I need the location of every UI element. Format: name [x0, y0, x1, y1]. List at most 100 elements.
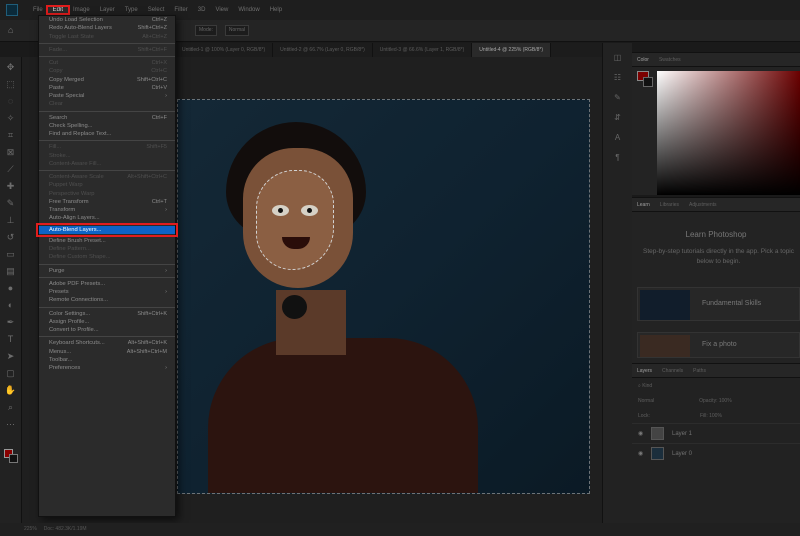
frame-tool-icon[interactable]: ⊠ [4, 145, 18, 159]
blend-mode-select[interactable]: Normal [638, 398, 654, 404]
tab-libraries[interactable]: Libraries [655, 202, 684, 208]
tab-paths[interactable]: Paths [688, 368, 711, 374]
pen-tool-icon[interactable]: ✒ [4, 315, 18, 329]
menu-image[interactable]: Image [68, 7, 95, 13]
menu-item-free-transform[interactable]: Free Transform Ctrl+T [39, 198, 175, 206]
menu-item-color-settings[interactable]: Color Settings... Shift+Ctrl+K [39, 310, 175, 318]
panel-background-swatch[interactable] [643, 77, 653, 87]
zoom-level[interactable]: 225% [24, 526, 37, 532]
tab-swatches[interactable]: Swatches [654, 57, 686, 63]
blur-tool-icon[interactable]: ● [4, 281, 18, 295]
gradient-tool-icon[interactable]: ▤ [4, 264, 18, 278]
menu-select[interactable]: Select [143, 7, 170, 13]
layer-row-1[interactable]: ◉ Layer 1 [632, 423, 800, 443]
background-color-swatch[interactable] [9, 454, 18, 463]
eraser-tool-icon[interactable]: ▭ [4, 247, 18, 261]
home-icon[interactable]: ⌂ [8, 25, 20, 36]
tab-document-2[interactable]: Untitled-2 @ 66.7% (Layer 0, RGB/8*) [273, 43, 373, 57]
fill-value[interactable]: 100% [709, 413, 722, 419]
menu-item-toolbar[interactable]: Toolbar... [39, 356, 175, 364]
menu-edit[interactable]: Edit [45, 5, 71, 15]
eyedropper-tool-icon[interactable]: ⟋ [4, 162, 18, 176]
menu-item-transform[interactable]: Transform › [39, 206, 175, 214]
marquee-tool-icon[interactable]: ⬚ [4, 77, 18, 91]
menu-item-shortcut: Alt+Shift+Ctrl+C [127, 174, 167, 180]
paragraph-icon[interactable]: ¶ [612, 152, 623, 163]
tab-layers[interactable]: Layers [632, 368, 657, 374]
lasso-tool-icon[interactable]: ◌ [4, 94, 18, 108]
menu-help[interactable]: Help [265, 7, 287, 13]
menu-layer[interactable]: Layer [95, 7, 120, 13]
menu-filter[interactable]: Filter [169, 7, 192, 13]
hand-tool-icon[interactable]: ✋ [4, 383, 18, 397]
menu-view[interactable]: View [210, 7, 233, 13]
menu-3d[interactable]: 3D [193, 7, 211, 13]
menu-item-label: Convert to Profile... [49, 327, 99, 333]
mode-select[interactable]: Normal [224, 25, 250, 36]
learn-card-fix-a-photo[interactable]: Fix a photo [637, 332, 800, 358]
menu-item-presets[interactable]: Presets › [39, 288, 175, 296]
layers-panel-tabs: Layers Channels Paths [632, 364, 800, 378]
menu-item-purge[interactable]: Purge › [39, 267, 175, 275]
magic-wand-tool-icon[interactable]: ✧ [4, 111, 18, 125]
menu-item-find-and-replace-text[interactable]: Find and Replace Text... [39, 130, 175, 138]
menu-item-search[interactable]: Search Ctrl+F [39, 114, 175, 122]
photoshop-logo-icon [6, 4, 18, 16]
dodge-tool-icon[interactable]: ◐ [4, 298, 18, 312]
shape-tool-icon[interactable]: ▢ [4, 366, 18, 380]
menu-item-check-spelling[interactable]: Check Spelling... [39, 122, 175, 130]
visibility-eye-icon[interactable]: ◉ [638, 430, 647, 437]
history-icon[interactable]: ◫ [612, 52, 623, 63]
color-picker-field[interactable] [657, 71, 800, 195]
stamp-tool-icon[interactable]: ⊥ [4, 213, 18, 227]
document-canvas[interactable] [177, 99, 590, 494]
learn-title: Learn Photoshop [685, 230, 747, 239]
menu-item-label: Fill... [49, 144, 62, 151]
menu-item-redo-auto-blend-layers[interactable]: Redo Auto-Blend Layers Shift+Ctrl+Z [39, 24, 175, 32]
menu-item-assign-profile[interactable]: Assign Profile... [39, 318, 175, 326]
menu-item-paste[interactable]: Paste Ctrl+V [39, 84, 175, 92]
menu-item-toggle-last-state: Toggle Last State Alt+Ctrl+Z [39, 33, 175, 41]
move-tool-icon[interactable]: ✥ [4, 60, 18, 74]
menu-item-undo-load-selection[interactable]: Undo Load Selection Ctrl+Z [39, 16, 175, 24]
learn-card-fundamental-skills[interactable]: Fundamental Skills [637, 287, 800, 321]
menu-item-menus[interactable]: Menus... Alt+Shift+Ctrl+M [39, 348, 175, 356]
layer-row-0[interactable]: ◉ Layer 0 [632, 443, 800, 463]
tab-document-3[interactable]: Untitled-3 @ 66.6% (Layer 1, RGB/8*) [373, 43, 473, 57]
character-icon[interactable]: A [612, 132, 623, 143]
more-tools-icon[interactable]: ⋯ [4, 417, 18, 431]
tab-document-1[interactable]: Untitled-1 @ 100% (Layer 0, RGB/8*) [175, 43, 274, 57]
opacity-value[interactable]: 100% [719, 398, 732, 404]
path-selection-tool-icon[interactable]: ➤ [4, 349, 18, 363]
adjust-icon[interactable]: ⇵ [612, 112, 623, 123]
menu-type[interactable]: Type [120, 7, 143, 13]
brush-tool-icon[interactable]: ✎ [4, 196, 18, 210]
menu-item-paste-special[interactable]: Paste Special › [39, 92, 175, 100]
menu-item-define-brush-preset[interactable]: Define Brush Preset... [39, 237, 175, 245]
menu-item-preferences[interactable]: Preferences › [39, 364, 175, 372]
brush-settings-icon[interactable]: ✎ [612, 92, 623, 103]
menu-item-adobe-pdf-presets[interactable]: Adobe PDF Presets... [39, 280, 175, 288]
menu-item-convert-to-profile[interactable]: Convert to Profile... [39, 326, 175, 334]
properties-icon[interactable]: ☷ [612, 72, 623, 83]
menu-item-keyboard-shortcuts[interactable]: Keyboard Shortcuts... Alt+Shift+Ctrl+K [39, 339, 175, 347]
menu-item-auto-align-layers[interactable]: Auto-Align Layers... [39, 214, 175, 222]
visibility-eye-icon[interactable]: ◉ [638, 450, 647, 457]
crop-tool-icon[interactable]: ⌗ [4, 128, 18, 142]
zoom-tool-icon[interactable]: ⌕ [4, 400, 18, 414]
tab-channels[interactable]: Channels [657, 368, 688, 374]
tab-adjustments[interactable]: Adjustments [684, 202, 722, 208]
menu-file[interactable]: File [28, 7, 48, 13]
menu-item-remote-connections[interactable]: Remote Connections... [39, 296, 175, 304]
menu-window[interactable]: Window [233, 7, 264, 13]
type-tool-icon[interactable]: T [4, 332, 18, 346]
menu-item-copy-merged[interactable]: Copy Merged Shift+Ctrl+C [39, 76, 175, 84]
tab-document-4[interactable]: Untitled-4 @ 225% (RGB/8*) [472, 43, 552, 57]
tab-color[interactable]: Color [632, 57, 654, 63]
selected-face-layer[interactable] [256, 170, 334, 270]
menu-item-auto-blend-layers[interactable]: Auto-Blend Layers... [36, 222, 178, 237]
kind-filter[interactable]: Kind [642, 383, 652, 389]
healing-brush-tool-icon[interactable]: ✚ [4, 179, 18, 193]
history-brush-tool-icon[interactable]: ↺ [4, 230, 18, 244]
tab-learn[interactable]: Learn [632, 202, 655, 208]
